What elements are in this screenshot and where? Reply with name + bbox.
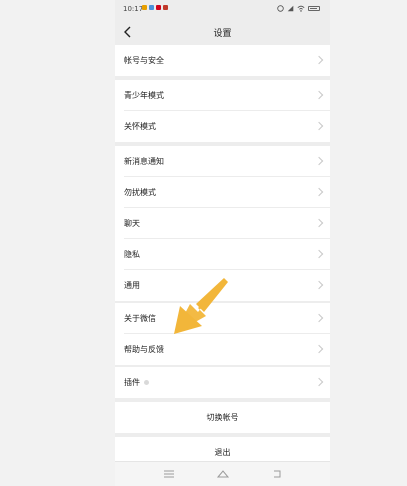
page-title: 设置 bbox=[213, 29, 232, 39]
new-message-notify-item[interactable]: 新消息通知 bbox=[115, 146, 330, 177]
privacy-item[interactable]: 隐私 bbox=[115, 239, 330, 270]
switch-account-label: 切换帐号 bbox=[206, 413, 239, 422]
signal-icon bbox=[287, 5, 294, 12]
do-not-disturb-item[interactable]: 勿扰模式 bbox=[115, 177, 330, 208]
chat-item[interactable]: 聊天 bbox=[115, 208, 330, 239]
youth-mode-label: 青少年模式 bbox=[124, 91, 164, 100]
menu-icon[interactable] bbox=[162, 468, 176, 480]
notification-icon-1 bbox=[142, 5, 147, 10]
chevron-right-icon bbox=[314, 90, 324, 100]
chevron-right-icon bbox=[314, 280, 324, 290]
home-icon[interactable] bbox=[216, 468, 230, 480]
new-message-notify-label: 新消息通知 bbox=[124, 157, 164, 166]
notification-icon-2 bbox=[149, 5, 154, 10]
chevron-right-icon bbox=[314, 187, 324, 197]
chevron-right-icon bbox=[314, 156, 324, 166]
help-feedback-label: 帮助与反馈 bbox=[124, 345, 164, 354]
chevron-right-icon bbox=[314, 218, 324, 228]
system-nav-bar bbox=[115, 461, 330, 486]
care-mode-item[interactable]: 关怀模式 bbox=[115, 111, 330, 142]
chevron-right-icon bbox=[314, 121, 324, 131]
notification-icons bbox=[142, 5, 168, 10]
logout-label: 退出 bbox=[214, 448, 231, 457]
top-bar: 设置 bbox=[115, 19, 330, 45]
plugins-label: 插件 bbox=[124, 378, 140, 387]
about-wechat-item[interactable]: 关于微信 bbox=[115, 303, 330, 334]
general-label: 通用 bbox=[124, 281, 140, 290]
account-security-item[interactable]: 帐号与安全 bbox=[115, 45, 330, 76]
notification-icon-4 bbox=[163, 5, 168, 10]
do-not-disturb-label: 勿扰模式 bbox=[124, 188, 156, 197]
chevron-right-icon bbox=[314, 377, 324, 387]
about-wechat-label: 关于微信 bbox=[124, 314, 156, 323]
settings-screen: 10:17 设置 帐号与安全 青少年模式 关怀模式 新消息通知 勿扰模式 聊天 … bbox=[115, 0, 330, 486]
plugins-item[interactable]: 插件 bbox=[115, 367, 330, 398]
chevron-right-icon bbox=[314, 55, 324, 65]
general-item[interactable]: 通用 bbox=[115, 270, 330, 301]
chevron-right-icon bbox=[314, 249, 324, 259]
alarm-icon bbox=[277, 5, 284, 12]
account-security-label: 帐号与安全 bbox=[124, 56, 164, 65]
back-nav-icon[interactable] bbox=[270, 468, 284, 480]
chevron-right-icon bbox=[314, 344, 324, 354]
wifi-icon bbox=[297, 5, 305, 12]
youth-mode-item[interactable]: 青少年模式 bbox=[115, 80, 330, 111]
chevron-right-icon bbox=[314, 313, 324, 323]
switch-account-button[interactable]: 切换帐号 bbox=[115, 402, 330, 433]
plugins-label-wrap: 插件 bbox=[124, 377, 149, 388]
battery-icon bbox=[308, 6, 320, 11]
status-right-icons bbox=[277, 5, 320, 12]
plugin-shield-icon bbox=[144, 380, 149, 385]
chat-label: 聊天 bbox=[124, 219, 140, 228]
help-feedback-item[interactable]: 帮助与反馈 bbox=[115, 334, 330, 365]
care-mode-label: 关怀模式 bbox=[124, 122, 156, 131]
privacy-label: 隐私 bbox=[124, 250, 140, 259]
status-bar: 10:17 bbox=[115, 0, 330, 18]
status-time: 10:17 bbox=[123, 5, 144, 13]
notification-icon-3 bbox=[156, 5, 161, 10]
